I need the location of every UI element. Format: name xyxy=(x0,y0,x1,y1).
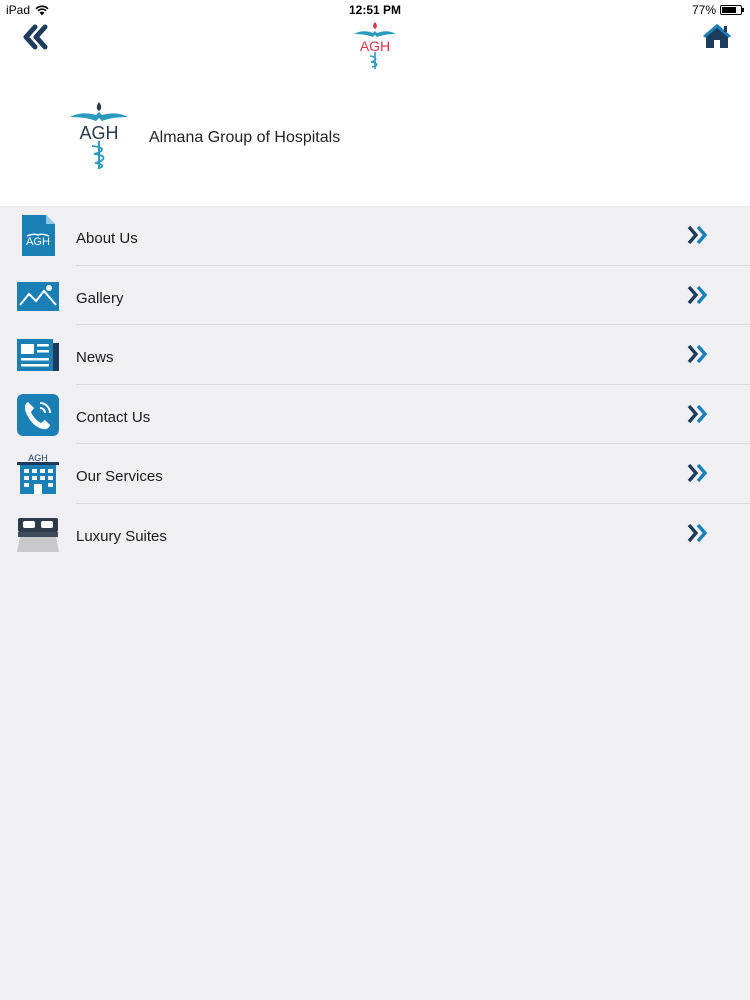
svg-text:AGH: AGH xyxy=(28,453,48,463)
battery-fill xyxy=(722,7,736,13)
svg-text:AGH: AGH xyxy=(26,236,50,248)
menu-list: AGH About Us Gallery News Contact Us AGH… xyxy=(0,206,750,564)
double-chevron-right-icon xyxy=(687,345,708,364)
double-chevron-left-icon xyxy=(23,24,48,50)
menu-label-luxury-suites: Luxury Suites xyxy=(76,527,167,545)
header-card: AGH Almana Group of Hospitals xyxy=(0,72,750,206)
double-chevron-right-icon xyxy=(687,523,708,543)
status-time: 12:51 PM xyxy=(348,3,402,17)
header-logo-text: AGH xyxy=(79,123,118,143)
battery-icon xyxy=(720,5,744,15)
menu-label-contact-us: Contact Us xyxy=(76,408,151,426)
menu-item-news[interactable]: News xyxy=(0,325,750,385)
status-right: 77% xyxy=(691,3,744,17)
double-chevron-right-icon xyxy=(687,464,708,483)
double-chevron-right-icon xyxy=(687,285,708,304)
menu-item-our-services[interactable]: AGH Our Services xyxy=(0,444,750,504)
menu-label-gallery: Gallery xyxy=(76,289,124,307)
back-button[interactable] xyxy=(18,22,52,52)
battery-percent: 77% xyxy=(691,3,716,17)
nav-bar: AGH xyxy=(0,20,750,72)
menu-item-contact-us[interactable]: Contact Us xyxy=(0,385,750,445)
home-icon xyxy=(703,24,731,48)
bed-icon xyxy=(17,517,59,552)
newspaper-icon xyxy=(17,339,59,372)
status-bar: iPad 12:51 PM 77% xyxy=(0,0,750,20)
menu-label-our-services: Our Services xyxy=(76,468,163,486)
menu-item-about-us[interactable]: AGH About Us xyxy=(0,206,750,266)
hospital-building-icon: AGH xyxy=(17,453,59,495)
double-chevron-right-icon xyxy=(687,225,708,245)
menu-item-gallery[interactable]: Gallery xyxy=(0,266,750,326)
document-agh-icon: AGH xyxy=(22,215,55,256)
landscape-image-icon xyxy=(17,281,59,311)
agh-logo-icon: AGH xyxy=(354,22,396,69)
phone-icon xyxy=(17,393,59,436)
menu-label-about-us: About Us xyxy=(76,230,138,247)
nav-logo-text: AGH xyxy=(360,38,390,54)
double-chevron-right-icon xyxy=(687,404,708,423)
header-title: Almana Group of Hospitals xyxy=(149,129,341,146)
home-button[interactable] xyxy=(702,22,732,50)
menu-label-news: News xyxy=(76,349,114,367)
menu-item-luxury-suites[interactable]: Luxury Suites xyxy=(0,504,750,564)
agh-header-logo-icon: AGH xyxy=(70,102,128,169)
